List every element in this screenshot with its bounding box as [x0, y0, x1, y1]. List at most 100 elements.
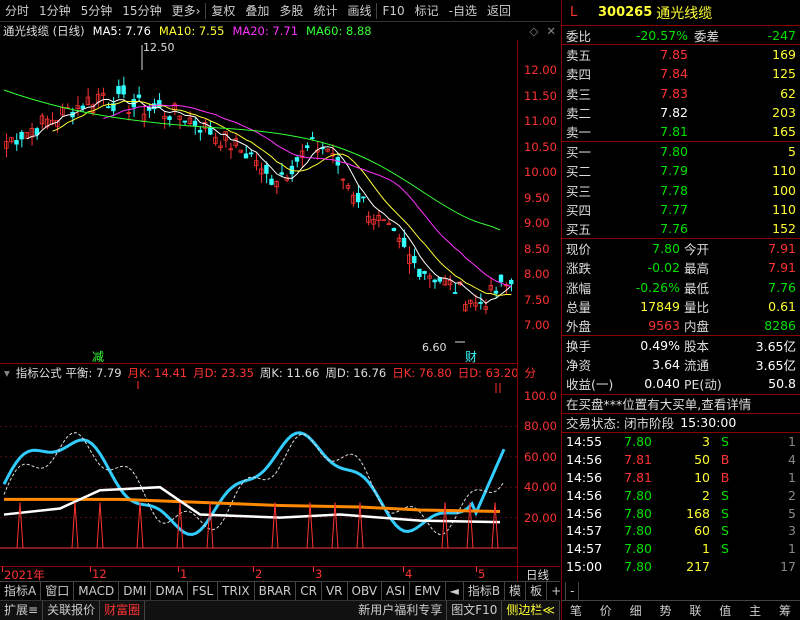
- indicator-tab-9[interactable]: VR: [322, 581, 348, 601]
- stat-value: 7.80: [652, 241, 680, 257]
- order-row: 卖四 7.84 125: [562, 64, 800, 83]
- indicator-tab-5[interactable]: FSL: [188, 581, 219, 601]
- toolbar-item-0[interactable]: 分时: [0, 0, 34, 22]
- bottom-right-2[interactable]: 侧边栏≪: [502, 601, 560, 620]
- indicator-tab-4[interactable]: DMA: [151, 581, 189, 601]
- bottom-left-0[interactable]: 扩展≡: [0, 601, 44, 620]
- toolbar-item-5[interactable]: 复权: [206, 0, 240, 22]
- tick-row: 15:00 7.80 217 17: [562, 558, 800, 576]
- indicator-value: 周K: 11.66: [259, 365, 320, 380]
- indicator-tab-12[interactable]: EMV: [410, 581, 446, 601]
- indicator-tab-8[interactable]: CR: [296, 581, 322, 601]
- tick-count: 2: [788, 487, 796, 503]
- order-price: 7.77: [660, 201, 688, 217]
- indicator-tab-10[interactable]: OBV: [348, 581, 383, 601]
- candle: [493, 290, 499, 294]
- date-tick: 5: [478, 567, 486, 581]
- toolbar-item-4[interactable]: 更多›: [167, 0, 206, 22]
- quote-tab-3[interactable]: 势: [651, 602, 681, 619]
- bottom-right-1[interactable]: 图文F10: [447, 601, 503, 620]
- quote-tab-2[interactable]: 细: [621, 602, 651, 619]
- toolbar-item-9[interactable]: 画线: [342, 0, 376, 22]
- price-tick: 11.00: [524, 114, 557, 128]
- toolbar-item-8[interactable]: 统计: [308, 0, 342, 22]
- indicator-tab-13[interactable]: ◄: [446, 581, 464, 601]
- tick-side: S: [721, 487, 729, 503]
- notice-row[interactable]: 在买盘***位置有大买单,查看详情: [562, 395, 800, 414]
- weibi-row: 委比 -20.57% 委差 -247: [562, 26, 800, 46]
- kline-chart[interactable]: [0, 40, 560, 360]
- toolbar-item-7[interactable]: 多股: [274, 0, 308, 22]
- quote-tab-7[interactable]: 筹: [770, 602, 800, 619]
- stat-value: 9563: [648, 317, 680, 333]
- signal-spike: [206, 502, 214, 549]
- close-icon[interactable]: ✕: [546, 24, 560, 38]
- high-marker: 12.50: [143, 41, 175, 54]
- bottom-left-2[interactable]: 财富圈: [100, 601, 146, 620]
- indicator-chart[interactable]: [0, 381, 518, 565]
- stat-label: 股本: [684, 339, 710, 355]
- order-label: 卖五: [566, 48, 592, 64]
- stat-row: 涨跌 -0.02 最高 7.91: [562, 258, 800, 277]
- candle: [19, 131, 24, 140]
- order-volume: 165: [772, 124, 796, 140]
- indicator-tab-2[interactable]: MACD: [74, 581, 120, 601]
- expand-icon[interactable]: ▾: [4, 366, 10, 380]
- indicator-tab-0[interactable]: 指标A: [0, 581, 42, 601]
- candle: [243, 153, 249, 159]
- tick-price: 7.80: [624, 487, 652, 503]
- quote-tab-4[interactable]: 联: [681, 602, 711, 619]
- bottom-right-0[interactable]: 新用户福利专享: [354, 601, 448, 620]
- indicator-tab-7[interactable]: BRAR: [255, 581, 297, 601]
- toolbar-item-11[interactable]: 标记: [410, 0, 444, 22]
- order-price: 7.80: [660, 144, 688, 160]
- toolbar-item-1[interactable]: 1分钟: [34, 0, 76, 22]
- quote-tab-1[interactable]: 价: [591, 602, 621, 619]
- price-tick: 10.50: [524, 139, 557, 154]
- quote-tab-6[interactable]: 主: [740, 602, 770, 619]
- indicator-tab-16[interactable]: 板: [526, 581, 548, 601]
- order-price: 7.83: [660, 85, 688, 101]
- indicator-value: 日D: 63.20: [457, 365, 519, 380]
- stat-label: PE(动): [684, 377, 722, 393]
- toolbar-item-6[interactable]: 叠加: [240, 0, 274, 22]
- diamond-icon[interactable]: ◇: [530, 24, 539, 38]
- order-row: 卖五 7.85 169: [562, 45, 800, 64]
- indicator-tick: 80.00: [524, 419, 557, 434]
- date-tick-mark: [253, 567, 254, 572]
- signal-spike: [491, 502, 499, 549]
- stat-value: 7.76: [768, 279, 796, 295]
- stat-label: 量比: [684, 299, 710, 315]
- indicator-value: 月D: 23.35: [193, 365, 254, 380]
- candle: [294, 157, 300, 162]
- indicator-tab-11[interactable]: ASI: [382, 581, 411, 601]
- toolbar-item-10[interactable]: F10: [377, 0, 409, 22]
- stat-label: 总量: [566, 299, 592, 315]
- quote-tab-5[interactable]: 值: [710, 602, 740, 619]
- daily-k-line: [2, 431, 506, 537]
- indicator-tab-14[interactable]: 指标B: [464, 581, 506, 601]
- tick-volume: 50: [694, 452, 710, 468]
- indicator-tab-3[interactable]: DMI: [119, 581, 152, 601]
- toolbar-item-2[interactable]: 5分钟: [76, 0, 118, 22]
- order-row: 卖一 7.81 165: [562, 122, 800, 141]
- indicator-tab-6[interactable]: TRIX: [218, 581, 255, 601]
- order-label: 卖一: [566, 125, 592, 141]
- tick-time: 14:57: [566, 523, 603, 539]
- quote-tab-0[interactable]: 笔: [561, 602, 591, 619]
- candle: [34, 128, 40, 136]
- toolbar-item-12[interactable]: -自选: [444, 0, 482, 22]
- toolbar-item-13[interactable]: 返回: [482, 0, 516, 22]
- notice-text[interactable]: 在买盘***位置有大买单,查看详情: [566, 394, 751, 413]
- flag-label: L: [570, 5, 578, 20]
- toolbar-item-3[interactable]: 15分钟: [117, 0, 166, 22]
- indicator-tab-1[interactable]: 窗口: [41, 581, 75, 601]
- top-toolbar: 分时 1分钟 5分钟 15分钟 更多› 复权 叠加 多股 统计 画线 F10 标记 -自选 返回: [0, 0, 560, 22]
- price-tick: 10.00: [524, 165, 557, 179]
- candle: [264, 164, 269, 174]
- bottom-bar: 扩展≡ 关联报价 财富圈 新用户福利专享 图文F10 侧边栏≪: [0, 600, 560, 620]
- indicator-tick: 60.00: [524, 449, 557, 464]
- bottom-left-1[interactable]: 关联报价: [43, 601, 101, 620]
- tick-volume: 2: [702, 487, 710, 503]
- indicator-tab-15[interactable]: 模: [505, 581, 527, 601]
